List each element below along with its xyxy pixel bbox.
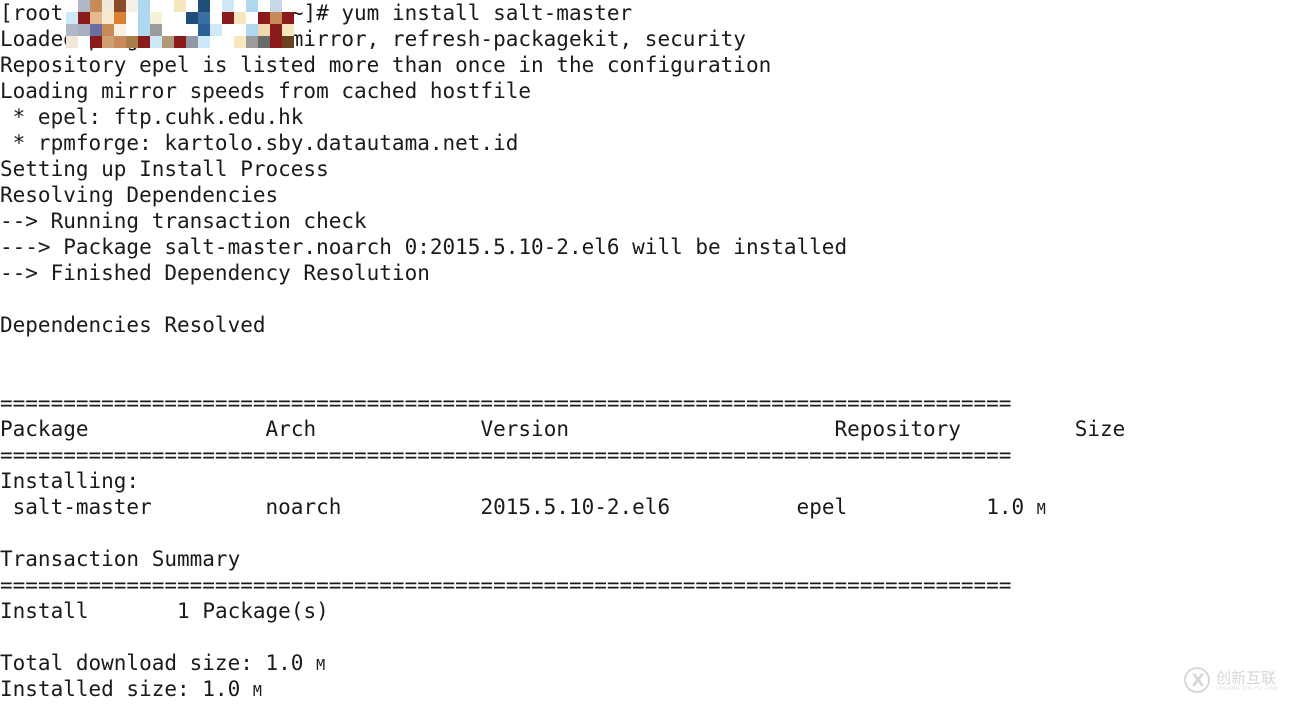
installed-size-label: Installed size: 1.0 [0,677,253,701]
column-header-size: Size [1074,417,1126,441]
prompt-user: [root [0,1,64,25]
terminal-prompt-line: [root ~]# yum install salt-master [0,0,1290,26]
total-download-size-label: Total download size: 1.0 [0,651,317,675]
cell-version: 2015.5.10-2.el6 [480,495,671,519]
installed-size-line: Installed size: 1.0 M [0,676,1290,702]
installing-section-label: Installing: [0,469,140,493]
column-header-package: Package [0,417,89,441]
output-line: --> Finished Dependency Resolution [0,261,430,285]
prompt-hostname-redacted [63,1,291,25]
cell-repository: epel [796,495,848,519]
output-line: Resolving Dependencies [0,183,279,207]
table-separator-top: ========================================… [0,391,1012,415]
total-download-size-line: Total download size: 1.0 M [0,650,1290,676]
output-line: Repository epel is listed more than once… [0,53,772,77]
dependencies-resolved-line: Dependencies Resolved [0,313,266,337]
prompt-tail: ~]# [290,1,342,25]
install-summary-row: Install 1 Package(s) [0,598,1290,624]
output-line: Loading mirror speeds from cached hostfi… [0,79,532,103]
table-separator-summary: ========================================… [0,573,1012,597]
terminal-output[interactable]: [root ~]# yum install salt-master Loaded… [0,0,1290,704]
column-header-arch: Arch [265,417,317,441]
table-header-row: Package Arch Version Repository Size [0,416,1290,442]
column-header-repository: Repository [834,417,961,441]
cell-arch: noarch [265,495,342,519]
table-row: salt-master noarch 2015.5.10-2.el6 epel … [0,494,1290,520]
total-download-size-unit: M [316,656,326,674]
install-label: Install [0,599,89,623]
table-separator-header: ========================================… [0,443,1012,467]
output-line: Setting up Install Process [0,157,329,181]
output-line: Loaded plugins: fastestmirror, refresh-p… [0,27,746,51]
column-header-version: Version [480,417,569,441]
transaction-summary-label: Transaction Summary [0,547,241,571]
output-line: * rpmforge: kartolo.sby.datautama.net.id [0,131,519,155]
cell-size: 1.0 [986,495,1037,519]
output-line: ---> Package salt-master.noarch 0:2015.5… [0,235,848,259]
terminal-screenshot: [root ~]# yum install salt-master Loaded… [0,0,1290,704]
install-count: 1 Package(s) [177,599,329,623]
output-line: --> Running transaction check [0,209,367,233]
cell-size-unit: M [1036,500,1046,518]
installed-size-unit: M [252,682,262,700]
cell-package: salt-master [0,495,152,519]
output-line: * epel: ftp.cuhk.edu.hk [0,105,304,129]
terminal-command: yum install salt-master [341,1,633,25]
